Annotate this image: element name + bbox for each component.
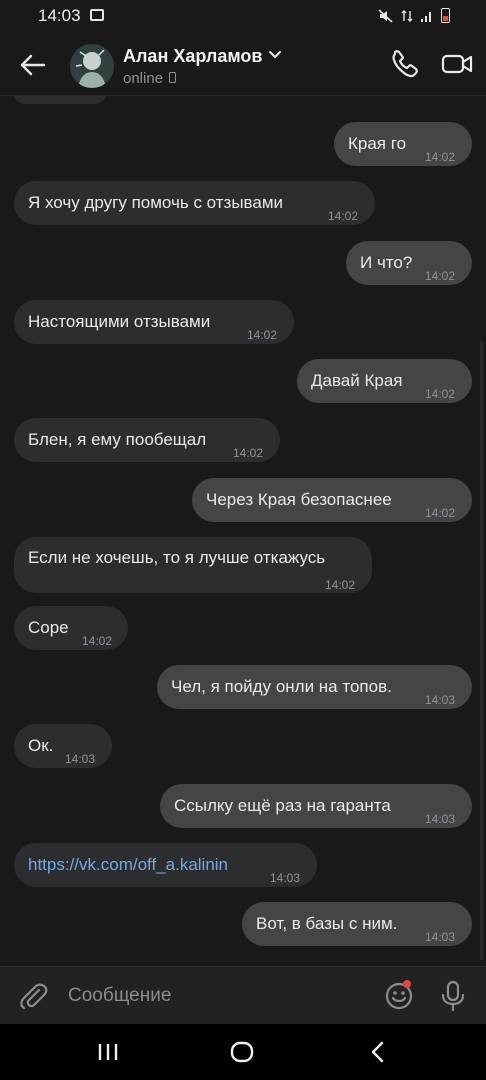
message-bubble[interactable]: Соре 14:02 [14,606,128,650]
partial-message [14,96,106,104]
message-bubble[interactable]: Края го 14:02 [334,122,472,166]
message-text: Края го [348,134,407,153]
paperclip-icon [20,983,48,1010]
signal-icon [421,11,431,22]
nav-back-icon[interactable] [366,1040,390,1064]
message-bubble[interactable]: И что? 14:02 [346,241,472,285]
message-bubble[interactable]: Через Края безопаснее 14:02 [192,478,472,522]
message-text: Ок. [28,736,54,755]
message-time: 14:02 [425,269,456,283]
chat-header: Алан Харламов online [0,32,486,96]
message-time: 14:02 [247,328,278,342]
message-time: 14:02 [82,634,113,648]
message-text: Вот, в базы с ним. [256,914,398,933]
home-icon[interactable] [230,1041,254,1063]
message-time: 14:02 [425,387,456,401]
message-bubble[interactable]: https://vk.com/off_a.kalinin 14:03 [14,843,317,887]
contact-name[interactable]: Алан Харламов [123,46,262,67]
message-time: 14:03 [425,930,456,944]
message-text: И что? [360,253,413,272]
message-text: Чел, я пойду онли на топов. [171,677,392,696]
message-bubble[interactable]: Блен, я ему пообещал 14:02 [14,418,280,462]
message-time: 14:03 [425,812,456,826]
gallery-icon [90,9,104,21]
message-text: Настоящими отзывами [28,312,211,331]
status-time: 14:03 [38,6,81,25]
status-bar: 14:03 [0,0,486,32]
battery-icon [441,8,450,23]
arrow-left-icon [20,54,46,76]
chevron-down-icon[interactable] [268,50,282,60]
voice-message-button[interactable] [440,980,466,1012]
message-time: 14:02 [325,578,356,592]
call-button[interactable] [388,48,420,80]
message-time: 14:02 [425,506,456,520]
mobile-device-icon [169,72,176,83]
message-bubble[interactable]: Настоящими отзывами 14:02 [14,300,294,344]
avatar[interactable] [70,44,114,88]
message-list[interactable]: Края го 14:02 Я хочу другу помочь с отзы… [0,96,486,966]
message-time: 14:03 [425,693,456,707]
microphone-icon [441,980,465,1012]
system-nav-bar [0,1024,486,1080]
message-composer [0,966,486,1024]
message-bubble[interactable]: Если не хочешь, то я лучше откажусь 14:0… [14,537,372,593]
attach-button[interactable] [18,981,48,1011]
avatar-image [70,44,114,88]
message-bubble[interactable]: Вот, в базы с ним. 14:03 [242,902,472,946]
message-time: 14:03 [65,752,96,766]
data-transfer-icon [401,9,413,22]
mute-icon [378,8,393,23]
message-time: 14:02 [328,209,359,223]
message-time: 14:02 [425,150,456,164]
status-indicators [378,8,450,23]
video-camera-icon [441,54,473,74]
message-text: Соре [28,618,69,637]
message-input[interactable] [68,984,358,1008]
message-text: Если не хочешь, то я лучше откажусь [28,548,326,567]
scrollbar[interactable] [480,341,483,961]
phone-icon [392,50,418,78]
back-button[interactable] [18,50,48,80]
contact-status: online [123,70,164,87]
message-text: Блен, я ему пообещал [28,430,207,449]
notification-dot [403,980,411,988]
message-link[interactable]: https://vk.com/off_a.kalinin [28,854,228,876]
recent-apps-icon[interactable] [96,1043,120,1061]
message-text: Через Края безопаснее [206,490,392,509]
message-bubble[interactable]: Я хочу другу помочь с отзывами 14:02 [14,181,375,225]
message-bubble[interactable]: Ок. 14:03 [14,724,112,768]
message-text: Ссылку ещё раз на гаранта [174,796,391,815]
message-text: Я хочу другу помочь с отзывами [28,193,284,212]
message-text: Давай Края [311,371,403,390]
video-call-button[interactable] [440,48,474,80]
message-time: 14:03 [270,871,301,885]
message-bubble[interactable]: Давай Края 14:02 [297,359,472,403]
message-time: 14:02 [233,446,264,460]
message-bubble[interactable]: Чел, я пойду онли на топов. 14:03 [157,665,472,709]
message-bubble[interactable]: Ссылку ещё раз на гаранта 14:03 [160,784,472,828]
